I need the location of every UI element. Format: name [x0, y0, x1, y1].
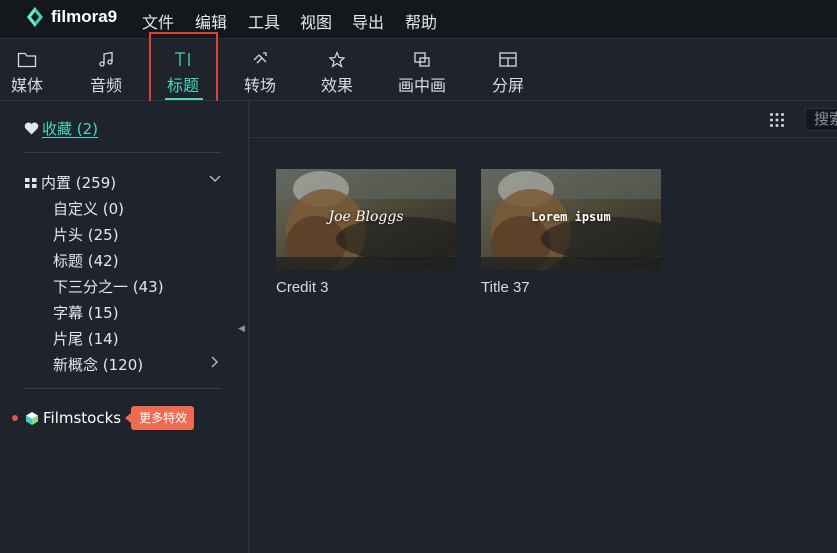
menu-tools[interactable]: 工具: [248, 9, 280, 33]
search-input[interactable]: 搜索: [805, 108, 837, 131]
subcategory-custom[interactable]: 自定义 (0): [53, 198, 124, 219]
pip-icon: [414, 52, 430, 67]
favorites-item[interactable]: 收藏 (2): [24, 118, 98, 139]
tab-pip[interactable]: 画中画: [396, 39, 448, 100]
music-note-icon: [99, 51, 113, 67]
menu-export[interactable]: 导出: [352, 9, 384, 33]
menu-bar: filmora9 文件 编辑 工具 视图 导出 帮助: [0, 0, 837, 39]
tab-media[interactable]: 媒体: [8, 39, 46, 100]
thumbnail-overlay-text: Lorem ipsum: [531, 210, 611, 224]
favorites-label: 收藏 (2): [42, 120, 99, 138]
card-title: Title 37: [481, 279, 530, 296]
content-toolbar: 搜索: [249, 101, 837, 138]
chevron-down-icon[interactable]: [209, 175, 221, 183]
filmstocks-cube-icon: [26, 411, 38, 425]
menu-edit[interactable]: 编辑: [195, 9, 227, 33]
transition-icon: [253, 52, 267, 64]
tab-audio-label: 音频: [89, 76, 122, 95]
tab-media-label: 媒体: [10, 76, 43, 95]
subcategory-subtitles[interactable]: 字幕 (15): [53, 302, 119, 323]
menu-file[interactable]: 文件: [142, 9, 174, 33]
collapse-sidebar-handle[interactable]: ◀: [238, 324, 246, 336]
more-effects-badge[interactable]: 更多特效: [125, 406, 195, 430]
tab-split-screen-label: 分屏: [491, 76, 524, 95]
subcategory-new-concepts[interactable]: 新概念 (120): [53, 354, 143, 375]
divider: [24, 388, 221, 389]
subcategory-openers[interactable]: 片头 (25): [53, 224, 119, 245]
category-builtin-label: 内置 (259): [41, 174, 117, 192]
notification-dot: [12, 415, 18, 421]
subcategory-lower-thirds[interactable]: 下三分之一 (43): [53, 276, 164, 297]
menu-view[interactable]: 视图: [300, 9, 332, 33]
title-card-credit-3[interactable]: Joe Bloggs Credit 3: [276, 169, 456, 296]
tab-effects-label: 效果: [320, 76, 353, 95]
tab-pip-label: 画中画: [397, 76, 446, 95]
thumbnail: Joe Bloggs: [276, 169, 456, 270]
media-toolbar: 媒体 音频 标题 转场 效果 画中画 分屏: [0, 39, 837, 101]
divider: [24, 152, 221, 153]
heart-icon: [24, 122, 39, 135]
tab-effects[interactable]: 效果: [318, 39, 356, 100]
title-card-title-37[interactable]: Lorem ipsum Title 37: [481, 169, 661, 296]
split-screen-icon: [499, 52, 517, 67]
content-panel: 搜索 Joe Bloggs Cre: [249, 101, 837, 553]
tab-transitions-label: 转场: [243, 76, 276, 95]
filmstocks-item[interactable]: Filmstocks 更多特效: [12, 406, 195, 430]
tab-transitions[interactable]: 转场: [241, 39, 279, 100]
menu-help[interactable]: 帮助: [405, 9, 437, 33]
thumbnail-overlay-text: Joe Bloggs: [328, 209, 404, 225]
effects-icon: [328, 51, 346, 68]
subcategory-titles[interactable]: 标题 (42): [53, 250, 119, 271]
tab-split-screen[interactable]: 分屏: [489, 39, 527, 100]
filmora-logo-icon: [27, 7, 43, 27]
grid-view-icon[interactable]: [769, 112, 785, 128]
grid-small-icon: [25, 177, 37, 188]
annotation-highlight-box: [149, 32, 218, 112]
thumbnail: Lorem ipsum: [481, 169, 661, 270]
filmstocks-label: Filmstocks: [43, 409, 122, 427]
chevron-right-icon[interactable]: [211, 356, 219, 368]
subcategory-end-credits[interactable]: 片尾 (14): [53, 328, 119, 349]
folder-icon: [17, 52, 37, 68]
app-logo: filmora9: [25, 6, 117, 28]
card-title: Credit 3: [276, 279, 329, 296]
category-sidebar: 收藏 (2) 内置 (259) 自定义 (0) 片头 (25) 标题 (42) …: [0, 101, 249, 553]
category-builtin[interactable]: 内置 (259): [24, 172, 116, 193]
app-name: filmora9: [51, 7, 118, 26]
tab-audio[interactable]: 音频: [87, 39, 125, 100]
